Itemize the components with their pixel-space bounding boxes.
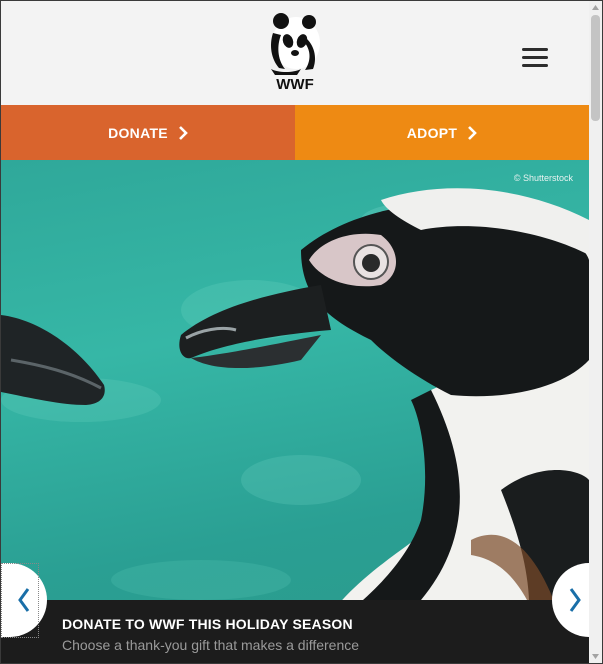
cta-bar: DONATE ADOPT bbox=[1, 105, 589, 160]
donate-button[interactable]: DONATE bbox=[1, 105, 295, 160]
donate-label: DONATE bbox=[108, 124, 168, 141]
scroll-down-arrow-icon[interactable] bbox=[589, 650, 602, 663]
svg-text:WWF: WWF bbox=[276, 76, 313, 93]
penguin-photo bbox=[1, 188, 589, 663]
chevron-left-icon bbox=[18, 588, 30, 612]
scrollbar-thumb[interactable] bbox=[591, 15, 600, 121]
chevron-right-icon bbox=[468, 125, 478, 140]
hamburger-menu-icon[interactable] bbox=[520, 45, 550, 71]
wwf-logo[interactable]: WWF bbox=[267, 13, 323, 93]
browser-viewport: WWF DONATE ADOPT © Shutterstock DONATE T… bbox=[0, 0, 603, 664]
adopt-label: ADOPT bbox=[406, 124, 458, 141]
scroll-up-arrow-icon[interactable] bbox=[589, 1, 602, 14]
photo-credit: © Shutterstock bbox=[513, 173, 573, 183]
vertical-scrollbar[interactable] bbox=[589, 1, 602, 663]
site-header: WWF bbox=[1, 1, 589, 105]
chevron-right-icon bbox=[569, 588, 581, 612]
caption-title: DONATE TO WWF THIS HOLIDAY SEASON bbox=[62, 616, 353, 632]
slide-caption[interactable]: DONATE TO WWF THIS HOLIDAY SEASON Choose… bbox=[1, 600, 589, 663]
adopt-button[interactable]: ADOPT bbox=[295, 105, 589, 160]
chevron-right-icon bbox=[179, 125, 188, 140]
caption-subtitle: Choose a thank-you gift that makes a dif… bbox=[62, 637, 360, 653]
panda-logo-icon: WWF bbox=[271, 13, 320, 93]
hero-slide[interactable]: © Shutterstock bbox=[1, 160, 589, 663]
